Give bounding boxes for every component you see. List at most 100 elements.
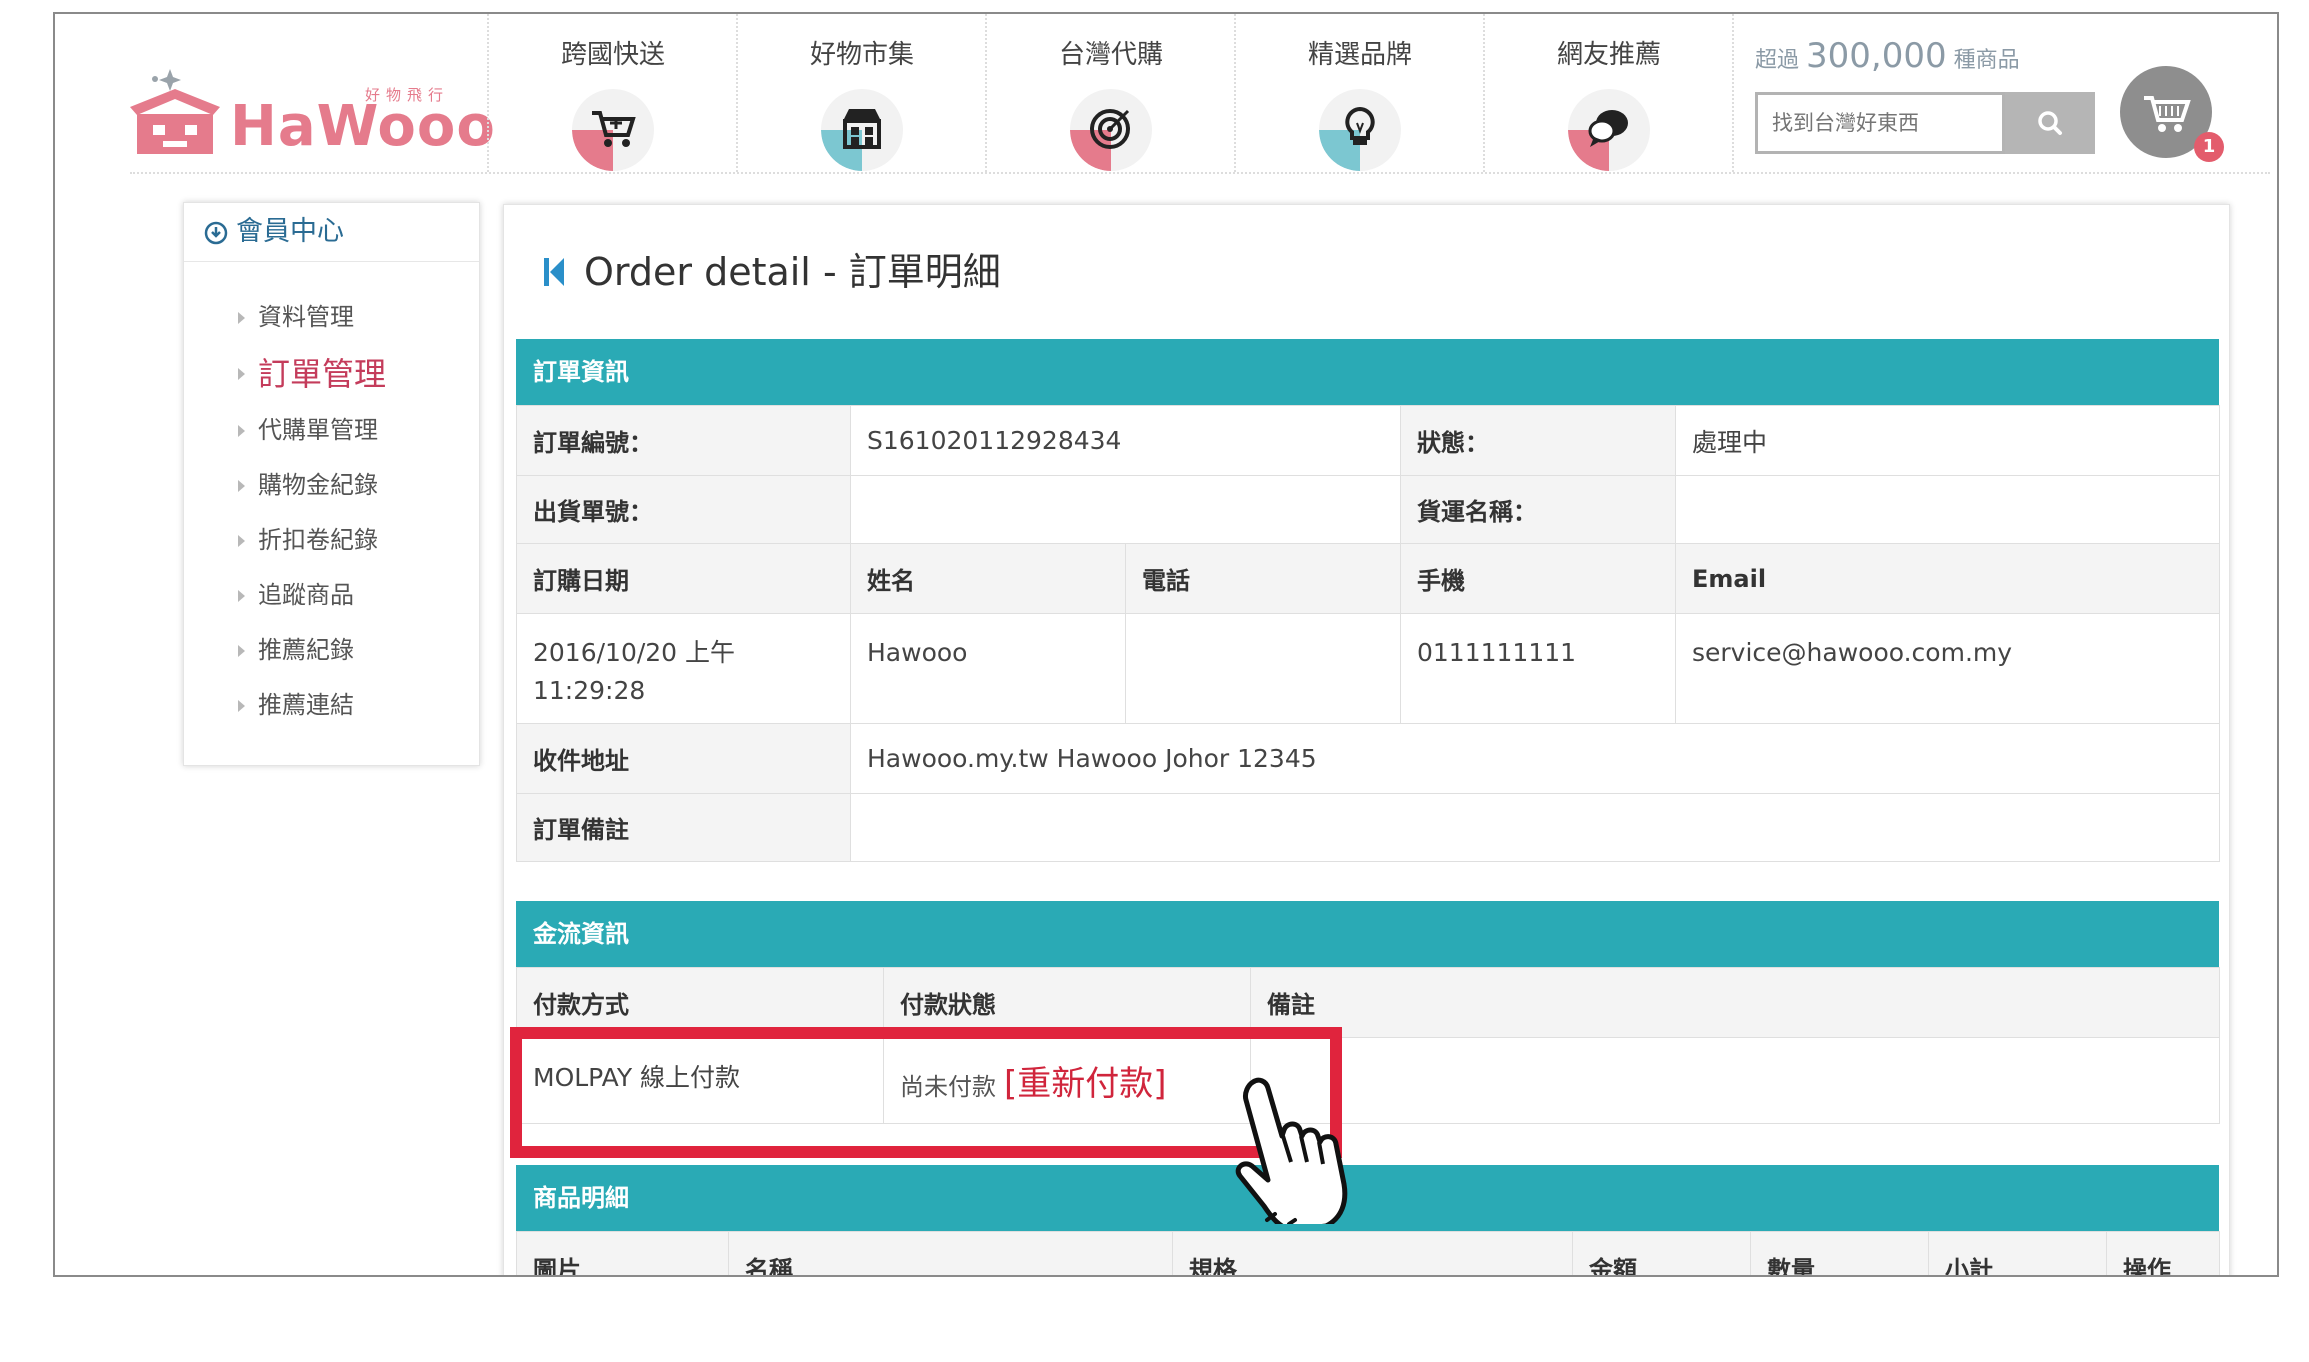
table-row: 出貨單號： 貨運名稱： [516,475,2220,544]
caret-right-icon [238,535,245,547]
carrier-label: 貨運名稱： [1400,475,1676,544]
sidebar-item-label: 折扣卷紀錄 [258,526,378,554]
order-no-label: 訂單編號： [516,405,851,476]
payment-info-heading: 金流資訊 [516,901,2219,967]
col-price: 金額 [1572,1231,1751,1275]
sidebar-item-label: 追蹤商品 [258,581,354,609]
product-details-table: 圖片 名稱 規格 金額 數量 小計 操作 [516,1231,2220,1275]
nav-icon-bg [1070,89,1152,171]
remark-label: 訂單備註 [516,793,851,862]
sidebar-item-proxy-orders[interactable]: 代購單管理 [184,403,479,458]
shopping-cart-icon [592,111,636,147]
caret-right-icon [238,480,245,492]
caret-right-icon [238,425,245,437]
col-mobile: 手機 [1400,543,1676,614]
col-payment-note: 備註 [1250,967,2220,1038]
nav-label: 精選品牌 [1307,40,1412,70]
product-details-heading: 商品明細 [516,1165,2219,1231]
sidebar-item-label: 購物金紀錄 [258,471,378,499]
table-row: 訂單備註 [516,793,2220,862]
member-sidebar: 會員中心 資料管理 訂單管理 代購單管理 購物金紀錄 折扣卷紀錄 追蹤商品 推薦… [183,202,480,766]
nav-label: 跨國快送 [560,40,665,70]
nav-icon-bg [572,89,654,171]
col-actions: 操作 [2106,1231,2220,1275]
logo[interactable]: 好物飛行 HaWooo [125,34,495,164]
header-divider [130,172,2270,174]
col-subtotal: 小計 [1928,1231,2107,1275]
nav-item-recommendations[interactable]: 網友推薦 [1485,14,1733,172]
sidebar-item-label: 代購單管理 [258,416,378,444]
search-button[interactable] [2005,92,2095,154]
order-date-value: 2016/10/20 上午 11:29:28 [516,613,851,724]
sidebar-item-profile[interactable]: 資料管理 [184,290,479,345]
table-row: 訂單編號： S161020112928434 狀態： 處理中 [516,405,2220,476]
product-counter: 超過 300,000 種商品 [1755,36,2020,76]
order-info-table: 訂單編號： S161020112928434 狀態： 處理中 出貨單號： 貨運名… [516,405,2220,862]
logo-text: HaWooo [230,94,496,159]
sidebar-item-credit-history[interactable]: 購物金紀錄 [184,458,479,513]
sidebar-menu: 資料管理 訂單管理 代購單管理 購物金紀錄 折扣卷紀錄 追蹤商品 推薦紀錄 推薦… [184,262,479,733]
nav-icon-bg [821,89,903,171]
col-image: 圖片 [516,1231,729,1275]
nav-item-taiwan-purchasing[interactable]: 台灣代購 [987,14,1235,172]
search-input[interactable] [1755,92,2005,154]
caret-right-icon [238,368,245,380]
nav-item-market[interactable]: 好物市集 [738,14,986,172]
caret-right-icon [238,700,245,712]
logo-mark-icon [130,69,220,154]
nav-icon-bg [1319,89,1401,171]
table-row: 2016/10/20 上午 11:29:28 Hawooo 0111111111 … [516,613,2220,724]
nav-item-featured-brands[interactable]: 精選品牌 [1236,14,1484,172]
back-icon[interactable] [542,256,566,288]
caret-right-icon [238,645,245,657]
target-icon [1090,109,1130,149]
shipment-no-label: 出貨單號： [516,475,851,544]
order-info-heading: 訂單資訊 [516,339,2219,405]
caret-right-icon [238,312,245,324]
status-label: 狀態： [1400,405,1676,476]
col-phone: 電話 [1125,543,1401,614]
address-value: Hawooo.my.tw Hawooo Johor 12345 [850,723,2220,794]
nav-icon-bg [1568,89,1650,171]
table-row: 圖片 名稱 規格 金額 數量 小計 操作 [516,1231,2220,1275]
col-quantity: 數量 [1750,1231,1929,1275]
page-title-text: Order detail - 訂單明細 [584,250,1001,294]
cart-count-badge: 1 [2194,132,2224,162]
nav-label: 好物市集 [809,40,914,70]
col-product-name: 名稱 [728,1231,1173,1275]
counter-suffix: 種商品 [1953,48,2020,73]
status-value: 處理中 [1675,405,2220,476]
sidebar-item-label: 推薦紀錄 [258,636,354,664]
caret-right-icon [238,590,245,602]
phone-value [1125,613,1401,724]
table-row: 訂購日期 姓名 電話 手機 Email [516,543,2220,614]
counter-number: 300,000 [1806,36,1947,76]
carrier-value [1675,475,2220,544]
payment-note-value [1250,1037,2220,1124]
col-email: Email [1675,543,2220,614]
sidebar-item-orders[interactable]: 訂單管理 [184,345,479,403]
nav-item-cross-border[interactable]: 跨國快送 [489,14,737,172]
col-spec: 規格 [1172,1231,1573,1275]
order-no-value: S161020112928434 [850,405,1401,476]
circle-arrow-down-icon [204,221,228,244]
browser-frame: 好物飛行 HaWooo 跨國快送 好物市集 台灣代購 精選品牌 網友推薦 超過 … [53,12,2279,1277]
sidebar-item-label: 資料管理 [258,303,354,331]
sidebar-item-label: 推薦連結 [258,691,354,719]
email-value: service@hawooo.com.my [1675,613,2220,724]
sidebar-item-referral-history[interactable]: 推薦紀錄 [184,623,479,678]
order-date-line2: 11:29:28 [533,676,646,705]
sidebar-item-referral-link[interactable]: 推薦連結 [184,678,479,733]
sidebar-title[interactable]: 會員中心 [184,203,479,262]
sidebar-item-watchlist[interactable]: 追蹤商品 [184,568,479,623]
hand-pointer-icon [1235,1077,1348,1224]
col-name: 姓名 [850,543,1126,614]
nav-label: 網友推薦 [1556,40,1661,70]
storefront-icon [843,109,881,149]
sidebar-item-coupon-history[interactable]: 折扣卷紀錄 [184,513,479,568]
lightbulb-icon [1345,106,1375,145]
counter-prefix: 超過 [1755,48,1800,73]
name-value: Hawooo [850,613,1126,724]
search-icon [2038,111,2062,135]
highlight-box [510,1027,1342,1158]
